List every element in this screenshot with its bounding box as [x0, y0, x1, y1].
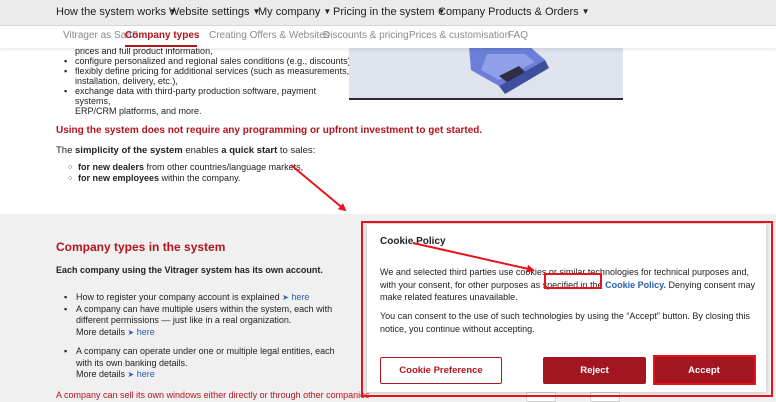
tab-prices-customisation[interactable]: Prices & customisation: [409, 30, 510, 41]
no-programming-notice: Using the system does not require any pr…: [56, 125, 483, 136]
simplicity-text: The simplicity of the system enables a q…: [56, 145, 316, 156]
intro-feature-list: prices and full product information, con…: [64, 46, 354, 116]
list-item: A company can have multiple users within…: [64, 304, 349, 339]
active-tab-underline: [125, 45, 197, 47]
section-title: Company types in the system: [56, 240, 226, 254]
annotation-accept-highlight: [653, 355, 756, 385]
nav-my-company[interactable]: My company ▼: [258, 6, 331, 18]
devices-illustration: [349, 46, 623, 98]
tab-creating-offers-websites[interactable]: Creating Offers & Websites: [209, 30, 330, 41]
entities-here-link[interactable]: here: [137, 369, 155, 379]
arrow-right-icon: ➤: [127, 327, 135, 337]
sub-nav: Vitrager as SaaS Company types Creating …: [0, 26, 776, 48]
hero-illustration: [349, 46, 623, 100]
list-item: flexibly define pricing for additional s…: [64, 66, 354, 86]
nav-pricing-in-system[interactable]: Pricing in the system ▼: [333, 6, 445, 18]
section-subtitle: Each company using the Vitrager system h…: [56, 265, 323, 275]
list-item: exchange data with third-party productio…: [64, 86, 354, 116]
tab-faq[interactable]: FAQ: [508, 30, 528, 41]
chevron-down-icon: ▼: [323, 7, 332, 16]
arrow-right-icon: ➤: [127, 370, 135, 379]
nav-company-products-orders[interactable]: Company Products & Orders ▼: [438, 6, 590, 18]
quick-start-list: for new dealers from other countries/lan…: [68, 162, 303, 184]
top-nav: How the system works ▼ Website settings ▼ …: [0, 0, 776, 26]
company-types-list: How to register your company account is …: [64, 292, 349, 381]
list-item: for new dealers from other countries/lan…: [68, 162, 303, 173]
chevron-down-icon: ▼: [581, 7, 590, 16]
users-here-link[interactable]: here: [137, 327, 155, 337]
nav-website-settings[interactable]: Website settings ▼: [169, 6, 260, 18]
list-item: for new employees within the company.: [68, 173, 303, 184]
list-item: How to register your company account is …: [64, 292, 349, 304]
register-here-link[interactable]: here: [291, 292, 309, 302]
list-item: configure personalized and regional sale…: [64, 56, 354, 66]
nav-how-system-works[interactable]: How the system works ▼: [56, 6, 177, 18]
list-item: A company can operate under one or multi…: [64, 346, 349, 381]
arrow-right-icon: ➤: [282, 293, 289, 302]
annotation-link-highlight: [544, 273, 602, 289]
sell-windows-text: A company can sell its own windows eithe…: [56, 390, 370, 400]
tab-company-types[interactable]: Company types: [125, 30, 199, 41]
tab-discounts-pricing[interactable]: Discounts & pricing: [323, 30, 409, 41]
